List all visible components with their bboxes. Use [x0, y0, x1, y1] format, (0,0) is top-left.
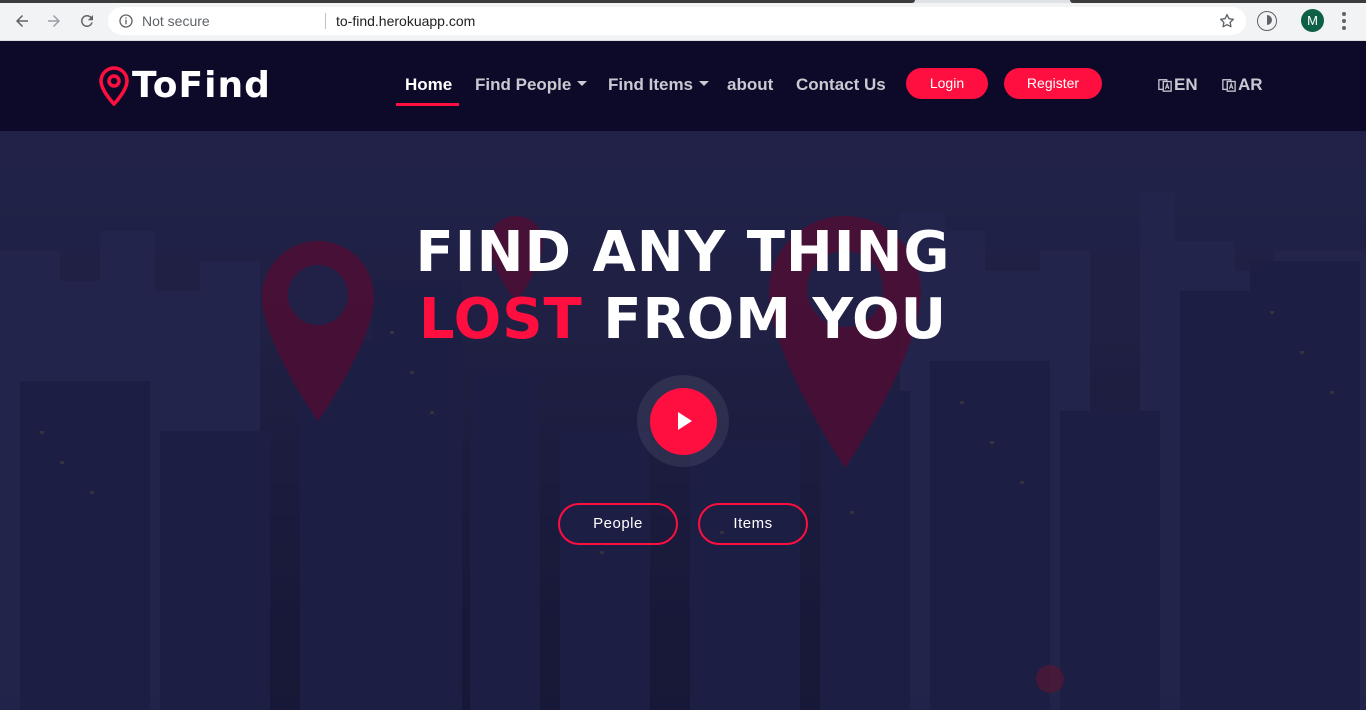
back-icon: [16, 15, 28, 27]
site-navbar: ToFind Home Find People Find Items about…: [0, 41, 1366, 131]
lang-en-link[interactable]: EN: [1158, 75, 1198, 95]
nav-find-people-label: Find People: [475, 75, 572, 94]
back-button[interactable]: [10, 9, 34, 33]
nav-find-items-label: Find Items: [608, 75, 694, 94]
menu-icon[interactable]: [1336, 10, 1352, 32]
security-label: Not secure: [142, 13, 210, 29]
hero-headline-highlight: LOST: [418, 287, 583, 352]
hero-headline-line1: FIND ANY THING: [415, 220, 951, 285]
nav-find-people[interactable]: Find People: [475, 75, 588, 95]
lang-en-label: EN: [1174, 75, 1198, 94]
reload-button[interactable]: [75, 9, 99, 33]
brand-name: ToFind: [132, 65, 271, 106]
lang-ar-label: AR: [1238, 75, 1263, 94]
nav-about[interactable]: about: [727, 75, 773, 95]
hero-section: FIND ANY THING LOST FROM YOU People Item…: [0, 131, 1366, 710]
hero-headline-line2: LOST FROM YOU: [0, 287, 1366, 352]
tab-strip: [0, 0, 1366, 3]
browser-toolbar: Not secure to-find.herokuapp.com M: [0, 0, 1366, 41]
chevron-down-icon: [699, 81, 710, 87]
star-icon[interactable]: [1218, 12, 1236, 30]
active-nav-indicator: [396, 103, 459, 106]
forward-button[interactable]: [42, 9, 66, 33]
location-pin-icon: [99, 65, 129, 106]
nav-contact[interactable]: Contact Us: [796, 75, 886, 95]
address-bar[interactable]: Not secure to-find.herokuapp.com: [108, 7, 1246, 35]
items-button[interactable]: Items: [698, 503, 808, 545]
brand-logo[interactable]: ToFind: [98, 65, 271, 106]
reload-icon: [81, 15, 93, 27]
tab-strip-left: [0, 0, 915, 3]
hero-headline-rest: FROM YOU: [603, 287, 948, 352]
info-icon[interactable]: [118, 13, 134, 29]
url-text[interactable]: to-find.herokuapp.com: [336, 13, 475, 29]
lang-ar-link[interactable]: AR: [1222, 75, 1263, 95]
address-divider: [325, 13, 326, 29]
translate-icon: [1222, 79, 1236, 92]
register-button[interactable]: Register: [1004, 68, 1102, 99]
extension-icon[interactable]: [1257, 11, 1277, 31]
people-button[interactable]: People: [558, 503, 678, 545]
login-button[interactable]: Login: [906, 68, 988, 99]
forward-icon: [48, 15, 60, 27]
chevron-down-icon: [577, 81, 588, 87]
nav-find-items[interactable]: Find Items: [608, 75, 710, 95]
tab-strip-right: [1070, 0, 1366, 3]
play-video-button[interactable]: [650, 388, 717, 455]
translate-icon: [1158, 79, 1172, 92]
nav-home[interactable]: Home: [405, 75, 452, 95]
profile-avatar[interactable]: M: [1301, 9, 1324, 32]
